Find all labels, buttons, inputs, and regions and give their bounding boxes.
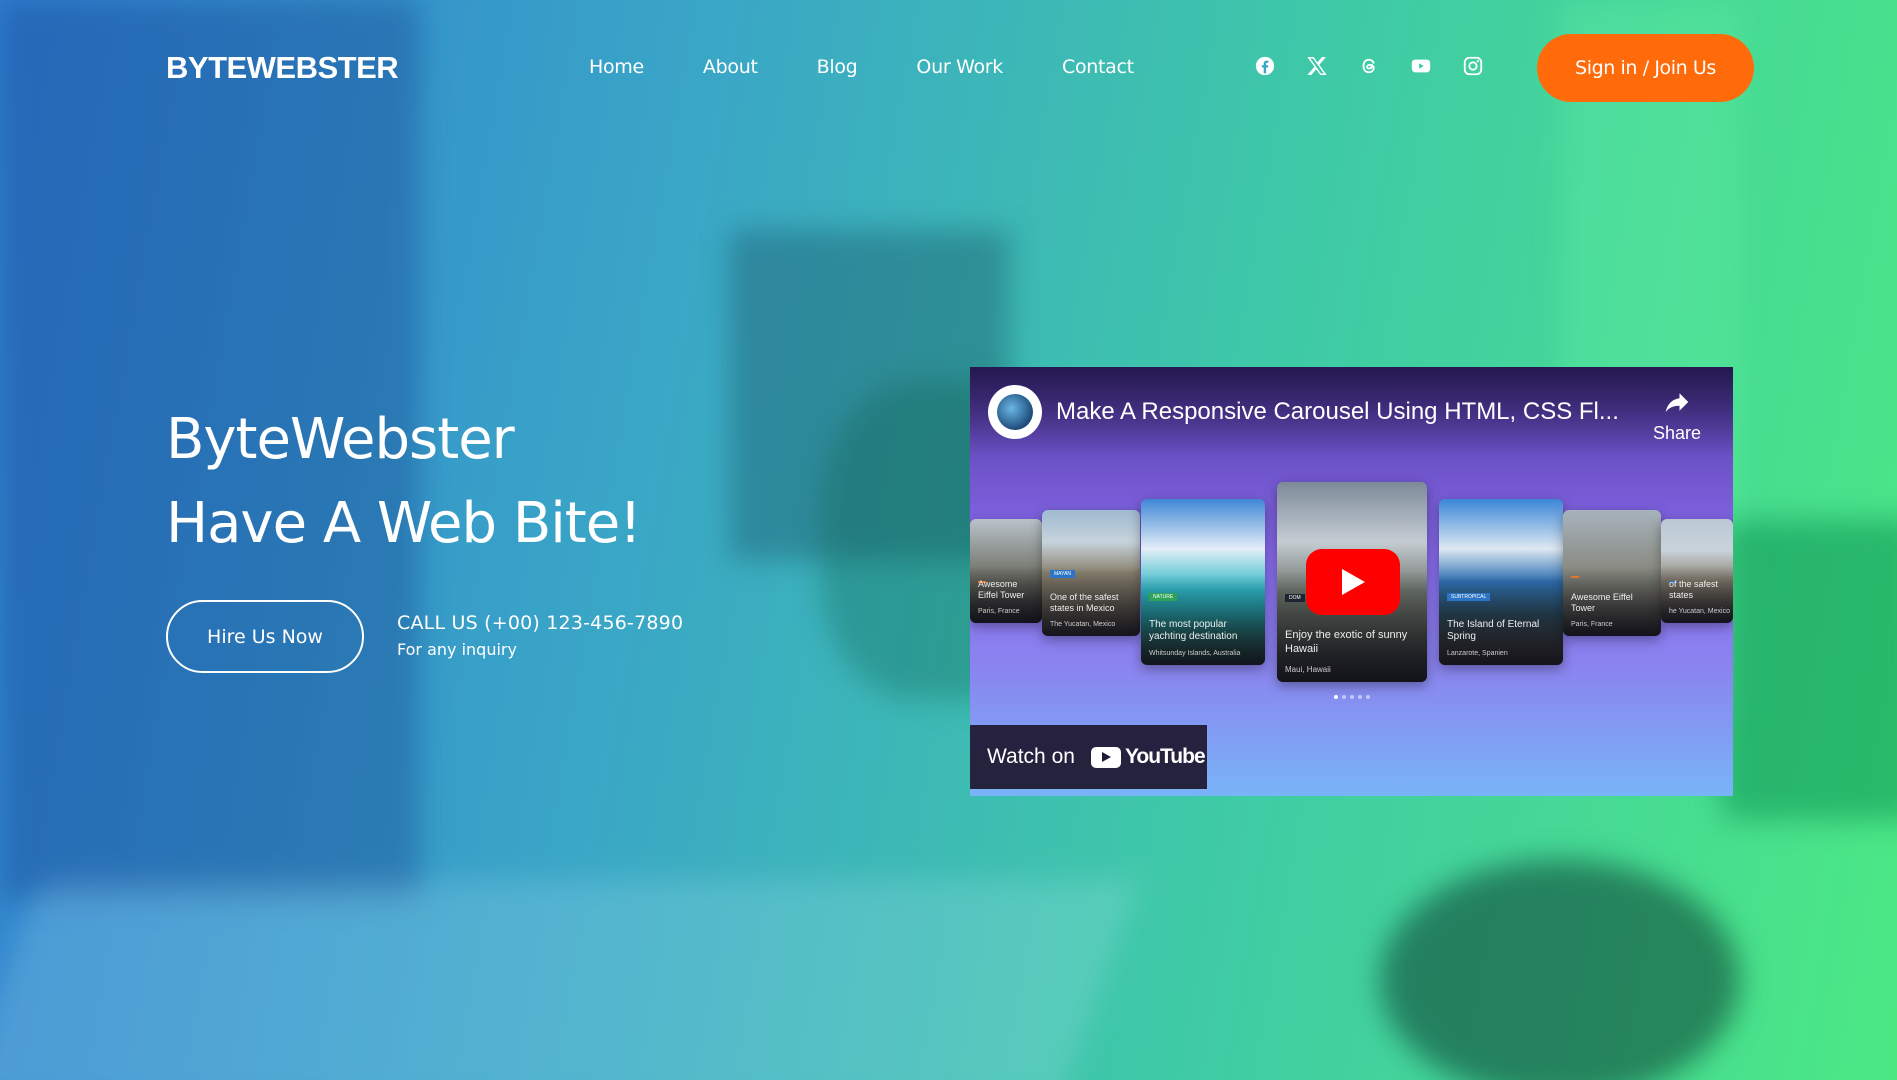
carousel-card: NATURE The most popular yachting destina… bbox=[1141, 499, 1265, 665]
nav-link-about[interactable]: About bbox=[703, 56, 758, 78]
nav-link-blog[interactable]: Blog bbox=[817, 56, 858, 78]
card-caption: The most popular yachting destination bbox=[1149, 619, 1238, 642]
card-tag: MAYAN bbox=[1050, 570, 1076, 578]
share-icon bbox=[1665, 393, 1689, 412]
card-caption: Awesome Eiffel Tower bbox=[978, 579, 1025, 600]
carousel-card: MAYAN One of the safest states in Mexico… bbox=[1042, 510, 1140, 636]
background-mouse bbox=[1380, 860, 1740, 1080]
background-keyboard bbox=[0, 880, 1141, 1080]
card-location: Whitsunday Islands, Australia bbox=[1149, 650, 1241, 657]
watch-on-label: Watch on bbox=[987, 745, 1075, 768]
card-tag: DOM bbox=[1285, 594, 1305, 602]
card-location: Paris, France bbox=[1571, 621, 1613, 628]
channel-avatar[interactable] bbox=[988, 385, 1042, 439]
card-location: Maui, Hawaii bbox=[1285, 665, 1331, 674]
nav-link-home[interactable]: Home bbox=[589, 56, 644, 78]
card-location: Lanzarote, Spanien bbox=[1447, 650, 1508, 657]
carousel-dot[interactable] bbox=[1334, 695, 1338, 699]
play-button[interactable] bbox=[1306, 549, 1400, 615]
card-tag: NATURE bbox=[1149, 593, 1178, 601]
call-info: CALL US (+00) 123-456-7890 For any inqui… bbox=[397, 612, 683, 659]
play-icon bbox=[1342, 569, 1365, 595]
card-tag bbox=[1571, 576, 1579, 578]
card-caption: of the safest states bbox=[1669, 579, 1719, 600]
card-location: he Yucatan, Mexico bbox=[1669, 608, 1730, 615]
card-tag: SUBTROPICAL bbox=[1447, 593, 1491, 601]
youtube-logo: YouTube bbox=[1090, 745, 1206, 769]
share-button[interactable]: Share bbox=[1642, 387, 1712, 444]
watch-on-youtube-button[interactable]: Watch on YouTube bbox=[970, 725, 1207, 789]
share-label: Share bbox=[1652, 423, 1702, 443]
instagram-icon[interactable] bbox=[1462, 55, 1484, 77]
carousel-dot[interactable] bbox=[1358, 695, 1362, 699]
background-mug bbox=[1720, 520, 1897, 820]
hero-title-line2: Have A Web Bite! bbox=[166, 491, 642, 556]
nav-link-contact[interactable]: Contact bbox=[1062, 56, 1134, 78]
hero-heading: ByteWebster Have A Web Bite! bbox=[166, 398, 642, 566]
carousel-dot[interactable] bbox=[1342, 695, 1346, 699]
carousel-card: SUBTROPICAL The Island of Eternal Spring… bbox=[1439, 499, 1563, 665]
facebook-icon[interactable] bbox=[1254, 55, 1276, 77]
card-caption: The Island of Eternal Spring bbox=[1447, 619, 1540, 642]
carousel-dots bbox=[1334, 695, 1370, 699]
youtube-icon[interactable] bbox=[1410, 55, 1432, 77]
site-logo[interactable]: BYTEWEBSTER bbox=[166, 50, 399, 86]
carousel-card: Awesome Eiffel Tower Paris, France bbox=[1563, 510, 1661, 636]
sign-in-join-button[interactable]: Sign in / Join Us bbox=[1537, 34, 1754, 102]
hire-us-button[interactable]: Hire Us Now bbox=[166, 600, 364, 673]
call-subtext: For any inquiry bbox=[397, 640, 517, 659]
call-number[interactable]: CALL US (+00) 123-456-7890 bbox=[397, 612, 683, 634]
social-links bbox=[1254, 55, 1484, 77]
video-title[interactable]: Make A Responsive Carousel Using HTML, C… bbox=[1056, 398, 1619, 426]
youtube-play-icon bbox=[1090, 746, 1121, 768]
card-location: The Yucatan, Mexico bbox=[1050, 621, 1116, 628]
x-icon[interactable] bbox=[1306, 55, 1328, 77]
nav-link-our-work[interactable]: Our Work bbox=[916, 56, 1003, 78]
main-nav: Home About Blog Our Work Contact bbox=[589, 56, 1193, 78]
carousel-dot[interactable] bbox=[1366, 695, 1370, 699]
threads-icon[interactable] bbox=[1358, 55, 1380, 77]
youtube-embed[interactable]: Awesome Eiffel Tower Paris, France MAYAN… bbox=[970, 367, 1733, 796]
hero-title-line1: ByteWebster bbox=[166, 407, 515, 472]
card-caption: Awesome Eiffel Tower bbox=[1571, 592, 1633, 613]
carousel-card: of the safest states he Yucatan, Mexico bbox=[1661, 519, 1733, 623]
card-caption: One of the safest states in Mexico bbox=[1050, 592, 1119, 613]
carousel-card: Awesome Eiffel Tower Paris, France bbox=[970, 519, 1042, 623]
youtube-wordmark: YouTube bbox=[1124, 745, 1206, 768]
site-header: BYTEWEBSTER Home About Blog Our Work Con… bbox=[0, 0, 1897, 136]
carousel-dot[interactable] bbox=[1350, 695, 1354, 699]
card-caption: Enjoy the exotic of sunny Hawaii bbox=[1285, 629, 1408, 655]
card-location: Paris, France bbox=[978, 608, 1020, 615]
